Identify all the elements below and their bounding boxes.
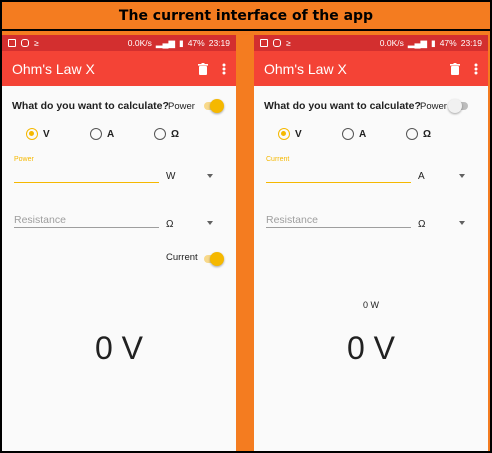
chevron-down-icon[interactable] xyxy=(459,174,465,178)
trash-icon[interactable] xyxy=(198,62,208,75)
clock: 23:19 xyxy=(208,38,230,48)
radio-resistance[interactable]: Ω xyxy=(406,128,470,140)
app-bar: Ohm's Law X xyxy=(254,51,488,86)
more-options-icon[interactable] xyxy=(222,63,226,75)
app-title: Ohm's Law X xyxy=(264,60,347,77)
resistance-input[interactable]: Resistance xyxy=(14,208,159,228)
phone-screen-right: ≥ 0.0K/s ▂▄▆ ▮ 47% 23:19 Ohm's Law X Wha… xyxy=(254,35,488,453)
radio-resistance[interactable]: Ω xyxy=(154,128,218,140)
resistance-input[interactable]: Resistance xyxy=(266,208,411,228)
signal-strength-icon: ▂▄▆ xyxy=(407,37,428,48)
radio-resistance-label: Ω xyxy=(171,128,180,140)
instagram-icon xyxy=(21,39,29,47)
radio-voltage[interactable]: V xyxy=(278,128,342,140)
app-title: Ohm's Law X xyxy=(12,60,95,77)
power-input[interactable] xyxy=(14,163,159,183)
result-value: 0 V xyxy=(94,330,144,366)
network-speed: 0.0K/s xyxy=(379,38,404,48)
calculate-radio-group: V A Ω xyxy=(26,128,218,140)
phone-screen-left: ≥ 0.0K/s ▂▄▆ ▮ 47% 23:19 Ohm's Law X Wha… xyxy=(2,35,236,453)
power-field-label: Power xyxy=(14,156,34,163)
radio-voltage-label: V xyxy=(43,128,50,140)
chevron-down-icon[interactable] xyxy=(207,221,213,225)
image-notification-icon xyxy=(260,39,268,47)
radio-resistance-circle[interactable] xyxy=(154,128,166,140)
radio-voltage-circle[interactable] xyxy=(26,128,38,140)
power-toggle[interactable] xyxy=(202,99,224,113)
calculate-radio-group: V A Ω xyxy=(278,128,470,140)
clock: 23:19 xyxy=(460,38,482,48)
radio-voltage[interactable]: V xyxy=(26,128,90,140)
resistance-placeholder: Resistance xyxy=(14,214,66,226)
chevron-down-icon[interactable] xyxy=(459,221,465,225)
battery-icon: ▮ xyxy=(431,37,436,48)
image-notification-icon xyxy=(8,39,16,47)
current-toggle[interactable] xyxy=(202,252,224,266)
network-speed: 0.0K/s xyxy=(127,38,152,48)
radio-resistance-label: Ω xyxy=(423,128,432,140)
radio-voltage-circle[interactable] xyxy=(278,128,290,140)
calculate-question: What do you want to calculate? xyxy=(12,100,169,112)
radio-current-label: A xyxy=(107,128,115,140)
chevron-down-icon[interactable] xyxy=(207,174,213,178)
signal-notification-icon: ≥ xyxy=(286,38,291,48)
current-toggle-label: Current xyxy=(166,252,198,263)
radio-current[interactable]: A xyxy=(342,128,406,140)
power-field[interactable]: Power xyxy=(14,156,159,183)
content-area: What do you want to calculate? Power V A… xyxy=(2,86,236,453)
banner-title: The current interface of the app xyxy=(118,7,374,24)
banner: The current interface of the app xyxy=(0,0,492,31)
status-bar: ≥ 0.0K/s ▂▄▆ ▮ 47% 23:19 xyxy=(2,35,236,51)
resistance-unit-select[interactable]: Ω xyxy=(166,219,173,230)
trash-icon[interactable] xyxy=(450,62,460,75)
current-field-label: Current xyxy=(266,156,290,163)
radio-voltage-label: V xyxy=(295,128,302,140)
current-input[interactable] xyxy=(266,163,411,183)
signal-notification-icon: ≥ xyxy=(34,38,39,48)
instagram-icon xyxy=(273,39,281,47)
more-options-icon[interactable] xyxy=(474,63,478,75)
current-unit-select[interactable]: A xyxy=(418,171,425,182)
radio-current[interactable]: A xyxy=(90,128,154,140)
signal-strength-icon: ▂▄▆ xyxy=(155,37,176,48)
resistance-unit-select[interactable]: Ω xyxy=(418,219,425,230)
radio-current-label: A xyxy=(359,128,367,140)
battery-icon: ▮ xyxy=(179,37,184,48)
resistance-field[interactable]: Resistance xyxy=(266,208,411,228)
calculate-question: What do you want to calculate? xyxy=(264,100,421,112)
power-toggle-label: Power xyxy=(420,101,447,112)
battery-level: 47% xyxy=(439,38,457,48)
resistance-field[interactable]: Resistance xyxy=(14,208,159,228)
power-toggle-label: Power xyxy=(168,101,195,112)
app-bar: Ohm's Law X xyxy=(2,51,236,86)
result-value: 0 V xyxy=(346,330,396,366)
power-unit-select[interactable]: W xyxy=(166,171,175,182)
radio-current-circle[interactable] xyxy=(90,128,102,140)
status-bar: ≥ 0.0K/s ▂▄▆ ▮ 47% 23:19 xyxy=(254,35,488,51)
radio-current-circle[interactable] xyxy=(342,128,354,140)
resistance-placeholder: Resistance xyxy=(266,214,318,226)
radio-resistance-circle[interactable] xyxy=(406,128,418,140)
power-toggle[interactable] xyxy=(448,99,470,113)
battery-level: 47% xyxy=(187,38,205,48)
current-field[interactable]: Current xyxy=(266,156,411,183)
power-result-value: 0 W xyxy=(362,300,379,310)
content-area: What do you want to calculate? Power V A… xyxy=(254,86,488,453)
